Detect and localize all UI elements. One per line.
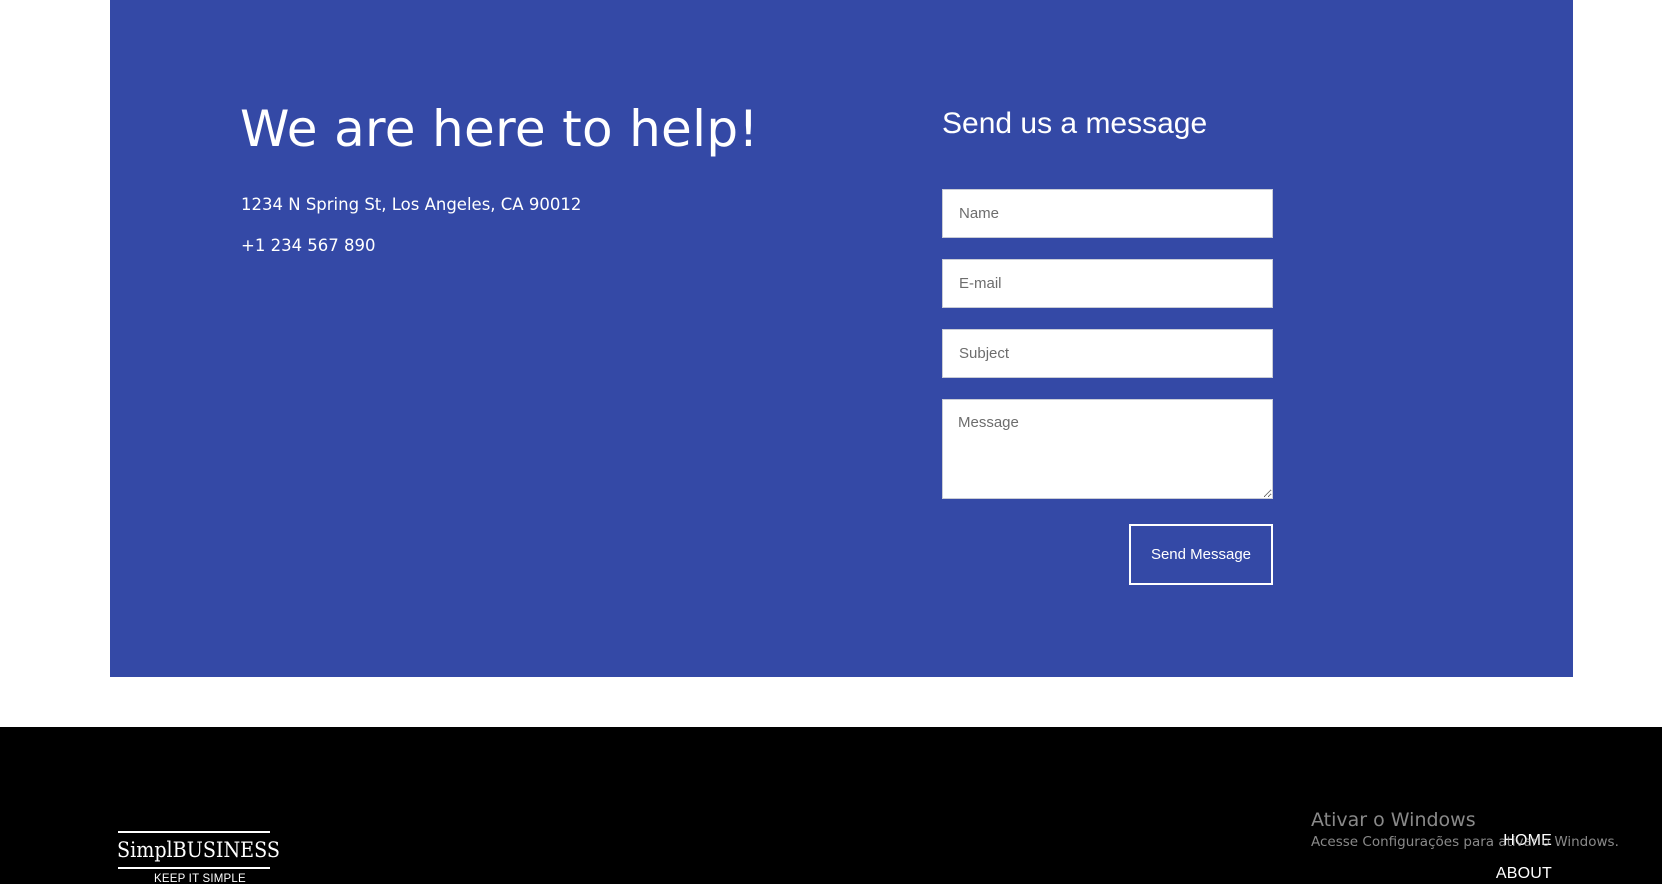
contact-section: We are here to help! 1234 N Spring St, L… — [110, 0, 1573, 677]
message-textarea[interactable] — [942, 399, 1273, 499]
footer-navigation: HOME ABOUT — [1496, 824, 1552, 884]
logo-top-rule — [118, 831, 270, 833]
contact-address: 1234 N Spring St, Los Angeles, CA 90012 — [241, 195, 582, 214]
footer: SimplBUSINESS KEEP IT SIMPLE HOME ABOUT … — [0, 727, 1662, 884]
logo-bottom-rule — [118, 867, 270, 869]
page: We are here to help! 1234 N Spring St, L… — [0, 0, 1662, 884]
contact-phone: +1 234 567 890 — [241, 236, 376, 255]
subject-input[interactable] — [942, 329, 1273, 378]
name-input[interactable] — [942, 189, 1273, 238]
windows-activation-title: Ativar o Windows — [1311, 809, 1476, 831]
form-heading: Send us a message — [942, 107, 1208, 140]
footer-link-about[interactable]: ABOUT — [1496, 857, 1552, 884]
logo-tagline: KEEP IT SIMPLE — [154, 873, 246, 884]
logo-name: SimplBUSINESS — [117, 838, 280, 862]
simplbusiness-logo[interactable]: SimplBUSINESS KEEP IT SIMPLE — [117, 831, 280, 884]
windows-activation-text: Acesse Configurações para ativar o Windo… — [1311, 834, 1619, 850]
send-message-button[interactable]: Send Message — [1129, 524, 1273, 585]
help-heading: We are here to help! — [240, 100, 759, 158]
email-input[interactable] — [942, 259, 1273, 308]
footer-link-home[interactable]: HOME — [1496, 824, 1552, 857]
windows-activation-watermark: Ativar o Windows Acesse Configurações pa… — [1311, 808, 1619, 852]
